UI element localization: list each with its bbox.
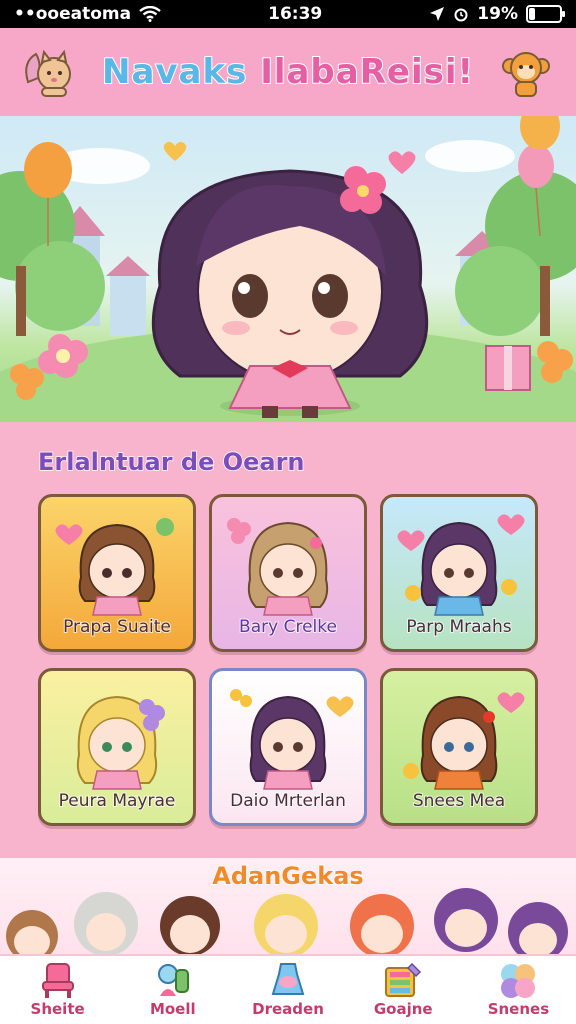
nav-item-4[interactable]: Goajne [346, 956, 461, 1024]
app-title-part1: Navaks [101, 51, 248, 93]
nav-label-3: Dreaden [252, 1000, 324, 1018]
nav-label-2: Moell [149, 1000, 196, 1018]
friend-avatar-3 [160, 896, 220, 954]
character-name-6: Snees Mea [412, 790, 506, 812]
carrier-label: ••ooeatoma [14, 4, 132, 24]
friend-avatar-1 [6, 910, 58, 954]
nav-item-1[interactable]: Sheite [0, 956, 115, 1024]
character-name-1: Prapa Suaite [62, 616, 172, 638]
battery-icon [525, 5, 565, 23]
dress-icon [271, 963, 305, 995]
wifi-icon [139, 6, 161, 22]
app-header: Navaks IlabaReisi! [0, 28, 576, 116]
character-name-5: Daio Mrterlan [229, 790, 347, 812]
nav-label-1: Sheite [30, 1000, 85, 1018]
character-card-1[interactable]: Prapa Suaite [38, 494, 196, 652]
bottom-nav: Sheite Moell Dreaden Goajne Snenes [0, 954, 576, 1024]
friends-strip: AdanGekas [0, 858, 576, 954]
character-icon [157, 964, 189, 996]
friend-avatar-5 [350, 894, 414, 954]
hero-banner[interactable] [0, 116, 576, 422]
status-bar: ••ooeatoma 16:39 19% [0, 0, 576, 28]
friend-avatar-2 [74, 892, 138, 954]
character-section: Erlalntuar de Oearn Prapa Suaite Bary Cr… [0, 422, 576, 858]
friends-title: AdanGekas [212, 861, 365, 891]
bubbles-icon [501, 964, 536, 998]
friend-avatar-6 [434, 888, 498, 952]
nav-label-5: Snenes [487, 1000, 550, 1018]
battery-percent: 19% [477, 4, 518, 24]
character-name-3: Parp Mraahs [405, 616, 512, 638]
friend-avatar-4 [254, 894, 318, 954]
friend-avatar-7 [508, 902, 568, 954]
character-card-6[interactable]: Snees Mea [380, 668, 538, 826]
chair-icon [41, 963, 74, 998]
character-name-2: Bary Crelke [238, 616, 338, 638]
monkey-mascot-icon[interactable] [496, 42, 556, 102]
squirrel-mascot-icon[interactable] [20, 42, 80, 102]
location-arrow-icon [430, 7, 445, 21]
app-title-part2: IlabaReisi! [259, 51, 475, 93]
nav-item-3[interactable]: Dreaden [230, 956, 345, 1024]
nav-item-2[interactable]: Moell [115, 956, 230, 1024]
section-title: Erlalntuar de Oearn [37, 447, 305, 477]
character-card-2[interactable]: Bary Crelke [209, 494, 367, 652]
app-title: Navaks IlabaReisi! [101, 51, 475, 93]
hero-scene-illustration [0, 116, 576, 422]
nav-label-4: Goajne [373, 1000, 433, 1018]
character-name-4: Peura Mayrae [58, 790, 177, 812]
clock: 16:39 [268, 4, 323, 24]
character-card-3[interactable]: Parp Mraahs [380, 494, 538, 652]
nav-item-5[interactable]: Snenes [461, 956, 576, 1024]
alarm-icon [454, 8, 468, 22]
character-card-4[interactable]: Peura Mayrae [38, 668, 196, 826]
character-card-5[interactable]: Daio Mrterlan [209, 668, 367, 826]
paint-palette-icon [385, 962, 422, 997]
